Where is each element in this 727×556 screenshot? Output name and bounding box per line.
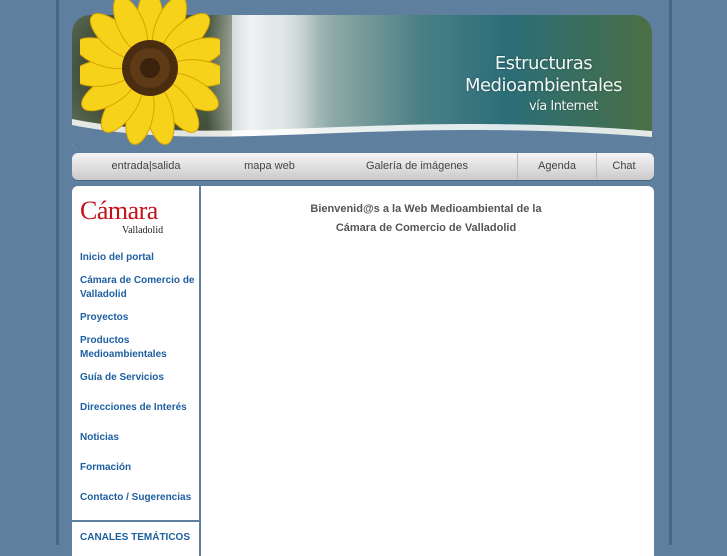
sidebar-item-formacion[interactable]: Formación bbox=[80, 461, 198, 475]
welcome-line2: Cámara de Comercio de Valladolid bbox=[335, 222, 517, 234]
welcome-line1: Bienvenid@s a la Web Medioambiental de l… bbox=[310, 203, 542, 215]
sidebar-item-inicio[interactable]: Inicio del portal bbox=[80, 251, 198, 265]
background-stripe-left bbox=[56, 0, 59, 545]
sidebar-item-direcciones[interactable]: Direcciones de Interés bbox=[80, 401, 198, 415]
banner-title: Estructuras Medioambientales vía Interne… bbox=[464, 53, 623, 117]
sidebar-item-noticias[interactable]: Noticias bbox=[80, 431, 198, 445]
nav-entrada-salida[interactable]: entrada|salida bbox=[92, 153, 200, 180]
sidebar-item-contacto[interactable]: Contacto / Sugerencias bbox=[80, 491, 198, 505]
nav-chat[interactable]: Chat bbox=[604, 153, 644, 180]
top-nav-bar: entrada|salida mapa web Galería de imáge… bbox=[72, 153, 654, 180]
nav-separator bbox=[596, 153, 597, 180]
sunflower-icon bbox=[80, 0, 220, 145]
logo-subtitle: Valladolid bbox=[122, 225, 164, 236]
nav-mapa-web[interactable]: mapa web bbox=[222, 153, 317, 180]
welcome-message: Bienvenid@s a la Web Medioambiental de l… bbox=[202, 200, 650, 238]
sidebar: Cámara Valladolid Inicio del portal Cáma… bbox=[72, 186, 201, 556]
sidebar-item-proyectos[interactable]: Proyectos bbox=[80, 311, 198, 325]
camara-logo[interactable]: Cámara Valladolid bbox=[80, 198, 192, 238]
sidebar-item-camara-comercio[interactable]: Cámara de Comercio de Valladolid bbox=[80, 274, 198, 302]
nav-galeria-imagenes[interactable]: Galería de imágenes bbox=[352, 153, 482, 180]
sidebar-divider bbox=[72, 520, 199, 522]
banner-title-line1: Estructuras bbox=[494, 53, 593, 74]
nav-agenda[interactable]: Agenda bbox=[527, 153, 587, 180]
nav-separator bbox=[517, 153, 518, 180]
content-panel: Cámara Valladolid Inicio del portal Cáma… bbox=[72, 186, 654, 556]
sidebar-item-productos[interactable]: Productos Medioambientales bbox=[80, 334, 198, 362]
page-container: Estructuras Medioambientales vía Interne… bbox=[72, 0, 655, 556]
banner-title-line3: vía Internet bbox=[528, 99, 599, 114]
banner-title-line2: Medioambientales bbox=[464, 75, 623, 96]
background-stripe-right bbox=[669, 0, 672, 545]
logo-wordmark: Cámara bbox=[80, 196, 158, 225]
sidebar-item-guia-servicios[interactable]: Guía de Servicios bbox=[80, 371, 198, 385]
channels-heading: CANALES TEMÁTICOS bbox=[80, 532, 190, 543]
